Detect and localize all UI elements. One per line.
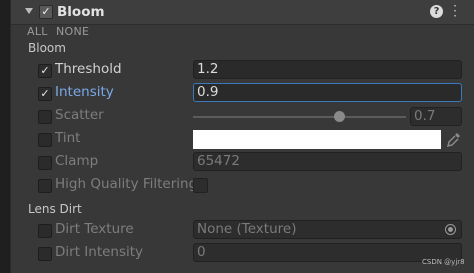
eyedropper-icon[interactable]	[446, 131, 462, 148]
none-toggle-link[interactable]: NONE	[56, 25, 89, 38]
kebab-menu-icon[interactable]: · · ·	[452, 0, 458, 22]
dirt-texture-object-field[interactable]: None (Texture)	[193, 220, 462, 239]
section-bloom: Bloom	[28, 41, 66, 55]
high-quality-filtering-toggle[interactable]	[193, 178, 208, 193]
clamp-field[interactable]: 65472	[193, 152, 462, 171]
intensity-override-checkbox[interactable]: ✓	[38, 87, 52, 101]
scatter-override-checkbox[interactable]	[38, 110, 52, 124]
threshold-label: Threshold	[55, 61, 122, 77]
tint-override-checkbox[interactable]	[38, 133, 52, 147]
all-toggle-link[interactable]: ALL	[27, 25, 48, 38]
object-picker-icon[interactable]	[445, 224, 456, 235]
tint-color-swatch[interactable]	[193, 130, 441, 149]
threshold-field[interactable]: 1.2	[193, 60, 462, 79]
component-title: Bloom	[57, 4, 105, 20]
scatter-field[interactable]: 0.7	[410, 107, 462, 126]
watermark-text: CSDN @yjr8	[422, 258, 465, 266]
scatter-label: Scatter	[55, 107, 104, 123]
intensity-field[interactable]: 0.9	[193, 83, 462, 102]
dirt-intensity-override-checkbox[interactable]	[38, 247, 52, 261]
clamp-label: Clamp	[55, 153, 99, 169]
dirt-texture-override-checkbox[interactable]	[38, 224, 52, 238]
intensity-label: Intensity	[55, 84, 114, 100]
section-lens-dirt: Lens Dirt	[28, 202, 82, 216]
bloom-enabled-checkbox[interactable]: ✓	[39, 5, 53, 19]
tint-label: Tint	[55, 130, 81, 146]
help-icon[interactable]: ?	[430, 5, 443, 18]
dirt-intensity-label: Dirt Intensity	[55, 244, 144, 260]
threshold-override-checkbox[interactable]: ✓	[38, 64, 52, 78]
high-quality-filtering-label: High Quality Filtering	[55, 176, 198, 192]
scatter-slider-track[interactable]	[193, 116, 406, 118]
high-quality-filtering-override-checkbox[interactable]	[38, 179, 52, 193]
dirt-texture-label: Dirt Texture	[55, 221, 134, 237]
component-header[interactable]: ✓ Bloom ? · · ·	[11, 0, 474, 25]
bloom-override-panel: ✓ Bloom ? · · · ALL NONE Bloom ✓ Threshold…	[10, 0, 474, 273]
clamp-override-checkbox[interactable]	[38, 156, 52, 170]
foldout-arrow-icon[interactable]	[25, 8, 33, 14]
scatter-slider-handle[interactable]	[334, 111, 345, 122]
